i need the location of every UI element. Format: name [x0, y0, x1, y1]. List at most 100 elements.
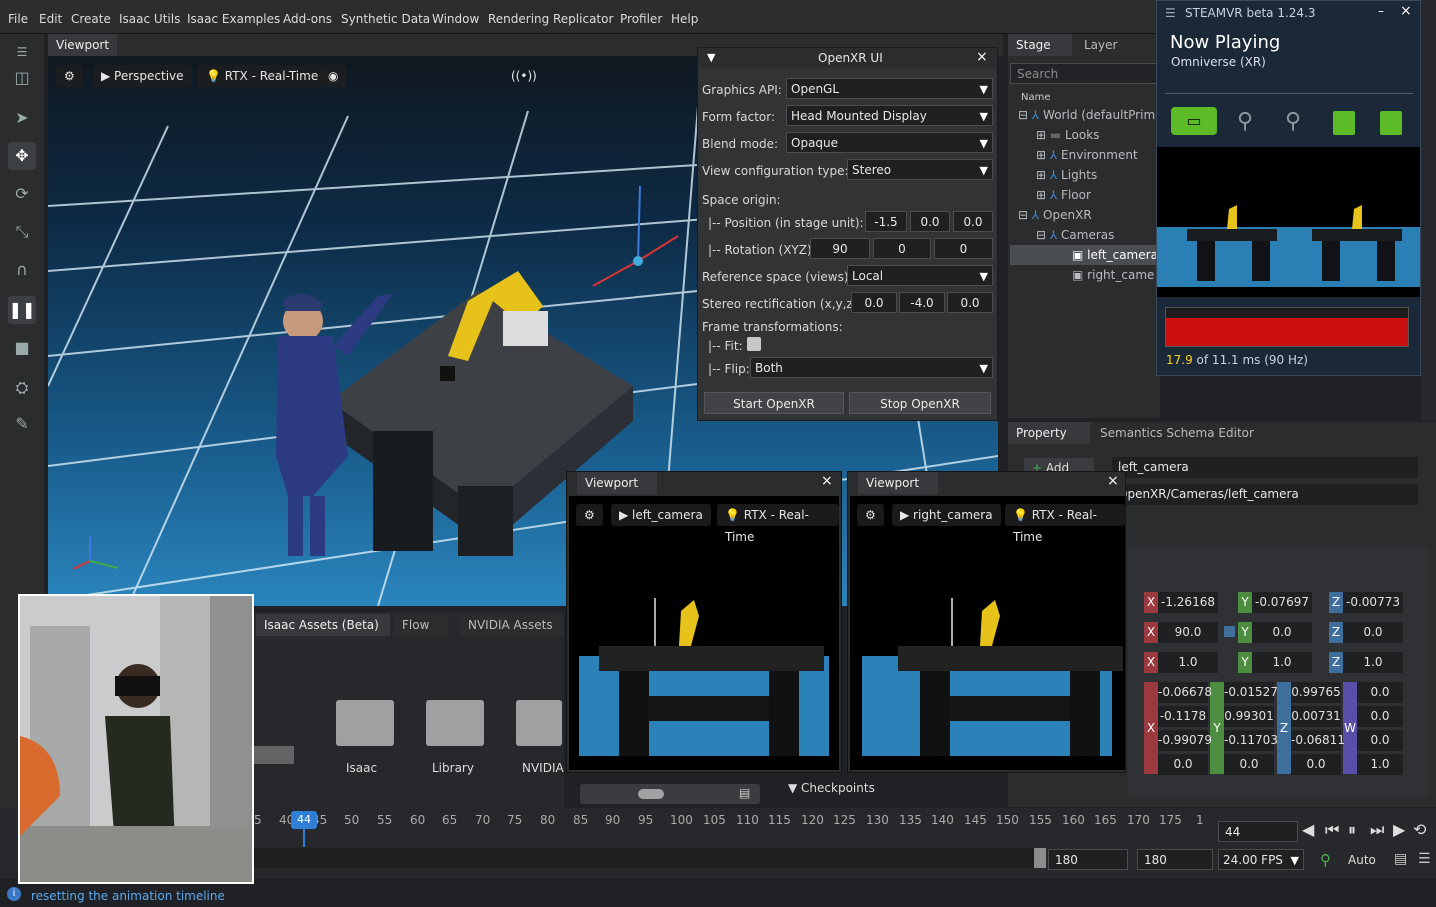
- matrix-cell[interactable]: 1.0: [1357, 754, 1403, 775]
- matrix-cell[interactable]: -0.01527: [1224, 682, 1278, 703]
- blend-mode-dropdown[interactable]: Opaque ▼: [786, 132, 993, 153]
- visibility-button[interactable]: ◉: [320, 65, 347, 87]
- ref-space-dropdown[interactable]: Local ▼: [847, 265, 993, 286]
- matrix-cell[interactable]: -0.06678: [1158, 682, 1212, 703]
- matrix-cell[interactable]: -0.1178: [1158, 706, 1208, 727]
- range-end-handle[interactable]: [1034, 848, 1046, 868]
- broadcast-icon[interactable]: ((•)): [503, 65, 545, 87]
- viewport-3-settings-button[interactable]: ⚙: [857, 504, 884, 526]
- scale-z-field[interactable]: 1.0: [1343, 652, 1403, 673]
- end-time-field[interactable]: 180: [1048, 849, 1128, 870]
- clapperboard-icon[interactable]: ▤: [1394, 851, 1407, 867]
- rotate-icon[interactable]: ⟳: [8, 180, 36, 208]
- prim-name-field[interactable]: left_camera: [1112, 457, 1418, 478]
- menu-create[interactable]: Create: [71, 12, 111, 26]
- menu-synthetic-data[interactable]: Synthetic Data: [341, 12, 430, 26]
- tab-viewport[interactable]: Viewport: [48, 34, 118, 56]
- tree-item-floor[interactable]: ⊞ ⅄ Floor: [1036, 188, 1091, 202]
- stop-icon[interactable]: ■: [8, 334, 36, 362]
- arrow-select-icon[interactable]: ➤: [8, 104, 36, 132]
- scale-y-field[interactable]: 1.0: [1252, 652, 1312, 673]
- stereo-rect-x-field[interactable]: 0.0: [851, 292, 897, 313]
- tab-stage[interactable]: Stage: [1008, 34, 1072, 56]
- tab-viewport-3[interactable]: Viewport 3: [858, 472, 938, 512]
- base-station-2-icon[interactable]: [1380, 111, 1402, 135]
- viewport-3-view[interactable]: ⚙ ▶ right_camera 💡 RTX - Real-Time: [850, 496, 1125, 770]
- matrix-cell[interactable]: 0.0: [1158, 754, 1208, 775]
- stereo-rect-z-field[interactable]: 0.0: [947, 292, 993, 313]
- rotate-y-field[interactable]: 0.0: [1252, 622, 1312, 643]
- menu-isaac-utils[interactable]: Isaac Utils: [119, 12, 180, 26]
- tree-item-environment[interactable]: ⊞ ⅄ Environment: [1036, 148, 1138, 162]
- controller-right-icon[interactable]: ⚲: [1285, 109, 1301, 134]
- physics-icon[interactable]: ⛭: [8, 374, 36, 402]
- grid-view-icon[interactable]: ▤: [739, 786, 750, 800]
- menu-replicator[interactable]: Replicator: [553, 12, 613, 26]
- tab-flow[interactable]: Flow: [394, 614, 448, 636]
- position-x-field[interactable]: -1.5: [865, 211, 907, 232]
- viewport-3-camera-selector[interactable]: ▶ right_camera: [892, 504, 1001, 526]
- menu-rendering[interactable]: Rendering: [488, 12, 549, 26]
- loop-icon[interactable]: ⟲: [1413, 820, 1426, 839]
- viewport-2-renderer-selector[interactable]: 💡 RTX - Real-Time: [717, 504, 839, 544]
- folder-icon[interactable]: [516, 700, 562, 746]
- cube-select-icon[interactable]: ◫: [8, 64, 36, 92]
- matrix-cell[interactable]: 0.0: [1291, 754, 1341, 775]
- prim-path-field[interactable]: OpenXR/Cameras/left_camera: [1112, 484, 1418, 505]
- folder-icon[interactable]: [336, 700, 394, 746]
- pause-icon[interactable]: ❚❚: [8, 296, 36, 324]
- menu-help[interactable]: Help: [671, 12, 698, 26]
- pause-icon[interactable]: ⏸: [1348, 820, 1356, 840]
- stage-scrollbar[interactable]: [1421, 0, 1436, 420]
- rotate-z-field[interactable]: 0.0: [1343, 622, 1403, 643]
- headset-icon[interactable]: ▭: [1171, 107, 1217, 135]
- tab-nvidia-assets[interactable]: NVIDIA Assets: [460, 614, 564, 636]
- matrix-cell[interactable]: 0.0: [1357, 730, 1403, 751]
- snap-magnet-icon[interactable]: ∩: [8, 256, 36, 284]
- position-y-field[interactable]: 0.0: [910, 211, 950, 232]
- menu-file[interactable]: File: [8, 12, 28, 26]
- stereo-rect-y-field[interactable]: -4.0: [899, 292, 945, 313]
- base-station-1-icon[interactable]: [1333, 111, 1355, 135]
- matrix-cell[interactable]: 0.00731: [1291, 706, 1341, 727]
- viewport-3-renderer-selector[interactable]: 💡 RTX - Real-Time: [1005, 504, 1125, 544]
- tab-layer[interactable]: Layer: [1076, 34, 1146, 56]
- step-back-icon[interactable]: ◀: [1302, 820, 1314, 839]
- zoom-slider-handle[interactable]: [638, 789, 664, 799]
- auto-key-label[interactable]: Auto: [1348, 853, 1376, 867]
- playhead-marker[interactable]: 44: [291, 811, 317, 829]
- scale-icon[interactable]: ⤡: [8, 218, 36, 246]
- matrix-cell[interactable]: 0.99301: [1224, 706, 1274, 727]
- start-openxr-button[interactable]: Start OpenXR: [704, 392, 844, 414]
- tab-semantics-schema-editor[interactable]: Semantics Schema Editor: [1092, 422, 1262, 444]
- rotation-order-indicator[interactable]: [1224, 626, 1235, 637]
- translate-y-field[interactable]: -0.07697: [1252, 592, 1312, 613]
- matrix-cell[interactable]: 0.0: [1224, 754, 1274, 775]
- matrix-cell[interactable]: 0.99765: [1291, 682, 1341, 703]
- tree-item-left-camera[interactable]: ▣ left_camera: [1072, 248, 1158, 262]
- range-track[interactable]: [254, 848, 1034, 868]
- content-zoom-slider[interactable]: [580, 784, 760, 804]
- close-icon[interactable]: ×: [1107, 473, 1119, 489]
- viewport-2-camera-selector[interactable]: ▶ left_camera: [611, 504, 711, 526]
- renderer-selector[interactable]: 💡 RTX - Real-Time: [198, 65, 327, 87]
- move-icon[interactable]: ✥: [8, 142, 36, 170]
- matrix-cell[interactable]: 0.0: [1357, 706, 1403, 727]
- stop-openxr-button[interactable]: Stop OpenXR: [849, 392, 991, 414]
- tree-item-cameras[interactable]: ⊟ ⅄ Cameras: [1036, 228, 1114, 242]
- checkpoints-header[interactable]: ▼ Checkpoints: [788, 781, 875, 795]
- viewport-2-view[interactable]: ⚙ ▶ left_camera 💡 RTX - Real-Time: [569, 496, 839, 770]
- tab-viewport-2[interactable]: Viewport 2: [577, 472, 657, 512]
- fast-forward-icon[interactable]: ⏭: [1370, 820, 1384, 840]
- translate-z-field[interactable]: -0.00773: [1343, 592, 1403, 613]
- translate-x-field[interactable]: -1.26168: [1158, 592, 1218, 613]
- tab-isaac-assets[interactable]: Isaac Assets (Beta): [256, 614, 390, 636]
- position-z-field[interactable]: 0.0: [953, 211, 993, 232]
- graphics-api-dropdown[interactable]: OpenGL ▼: [786, 78, 993, 99]
- scale-x-field[interactable]: 1.0: [1158, 652, 1218, 673]
- end-frame-field[interactable]: 180: [1137, 849, 1213, 870]
- viewport-2-settings-button[interactable]: ⚙: [576, 504, 603, 526]
- menu-isaac-examples[interactable]: Isaac Examples: [187, 12, 280, 26]
- menu-window[interactable]: Window: [432, 12, 479, 26]
- folder-icon[interactable]: [426, 700, 484, 746]
